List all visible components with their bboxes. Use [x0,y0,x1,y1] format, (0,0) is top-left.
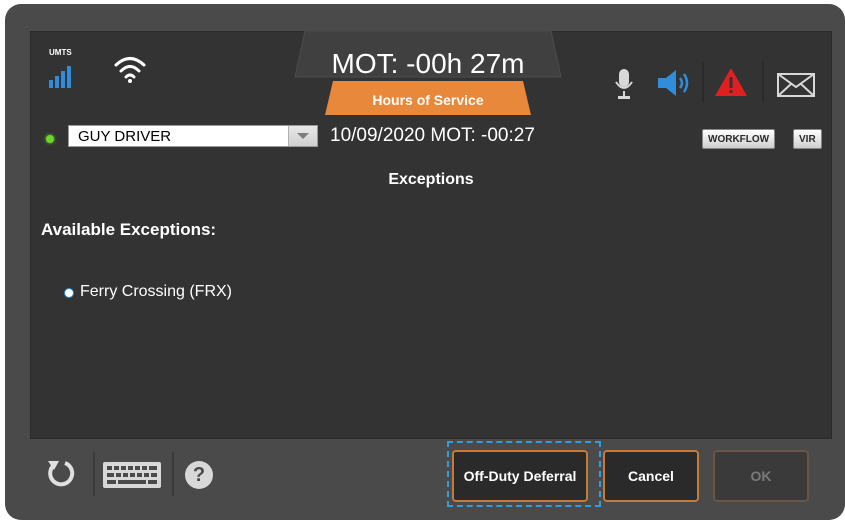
hours-of-service-label: Hours of Service [372,92,484,108]
divider [93,452,95,496]
alert-icon[interactable] [715,68,747,96]
mot-header-tab[interactable]: MOT: -00h 27m Hours of Service [293,31,563,115]
driver-status-indicator [46,135,54,143]
date-mot-readout: 10/09/2020 MOT: -00:27 [330,125,535,146]
mail-icon[interactable] [777,73,815,97]
cancel-button[interactable]: Cancel [603,450,699,502]
status-bar: UMTS MOT: -00h 27m Hours of Service [31,31,831,119]
bottom-toolbar: ? Off-Duty Deferral Cancel OK [5,438,845,520]
speaker-icon[interactable] [658,70,694,96]
driver-row: GUY DRIVER 10/09/2020 MOT: -00:27 WORKFL… [31,119,831,151]
ok-button[interactable]: OK [713,450,809,502]
driver-dropdown[interactable]: GUY DRIVER [68,125,318,147]
device-frame: UMTS MOT: -00h 27m Hours of Service GUY … [5,4,845,520]
mot-title: MOT: -00h 27m [331,48,525,79]
divider [762,62,764,102]
main-screen: UMTS MOT: -00h 27m Hours of Service GUY … [30,31,832,439]
refresh-icon[interactable] [45,458,75,488]
chevron-down-icon[interactable] [288,126,317,146]
workflow-button[interactable]: WORKFLOW [702,129,776,149]
page-title: Exceptions [388,171,474,188]
available-exceptions-label: Available Exceptions: [41,220,217,239]
signal-bars-icon: UMTS [47,48,77,88]
signal-bar [61,71,65,88]
keyboard-icon[interactable] [103,462,161,488]
help-icon[interactable]: ? [185,461,213,489]
exception-option-label: Ferry Crossing (FRX) [80,283,233,300]
divider [702,62,704,102]
vir-button[interactable]: VIR [793,129,822,149]
network-type-label: UMTS [49,48,72,57]
divider [172,452,174,496]
signal-bar [67,66,71,88]
off-duty-deferral-button[interactable]: Off-Duty Deferral [452,450,588,502]
microphone-icon[interactable] [615,69,633,99]
radio-icon[interactable] [64,288,74,298]
wifi-icon [114,57,146,83]
driver-name: GUY DRIVER [78,128,172,145]
signal-bar [55,76,59,88]
signal-bar [49,80,53,88]
